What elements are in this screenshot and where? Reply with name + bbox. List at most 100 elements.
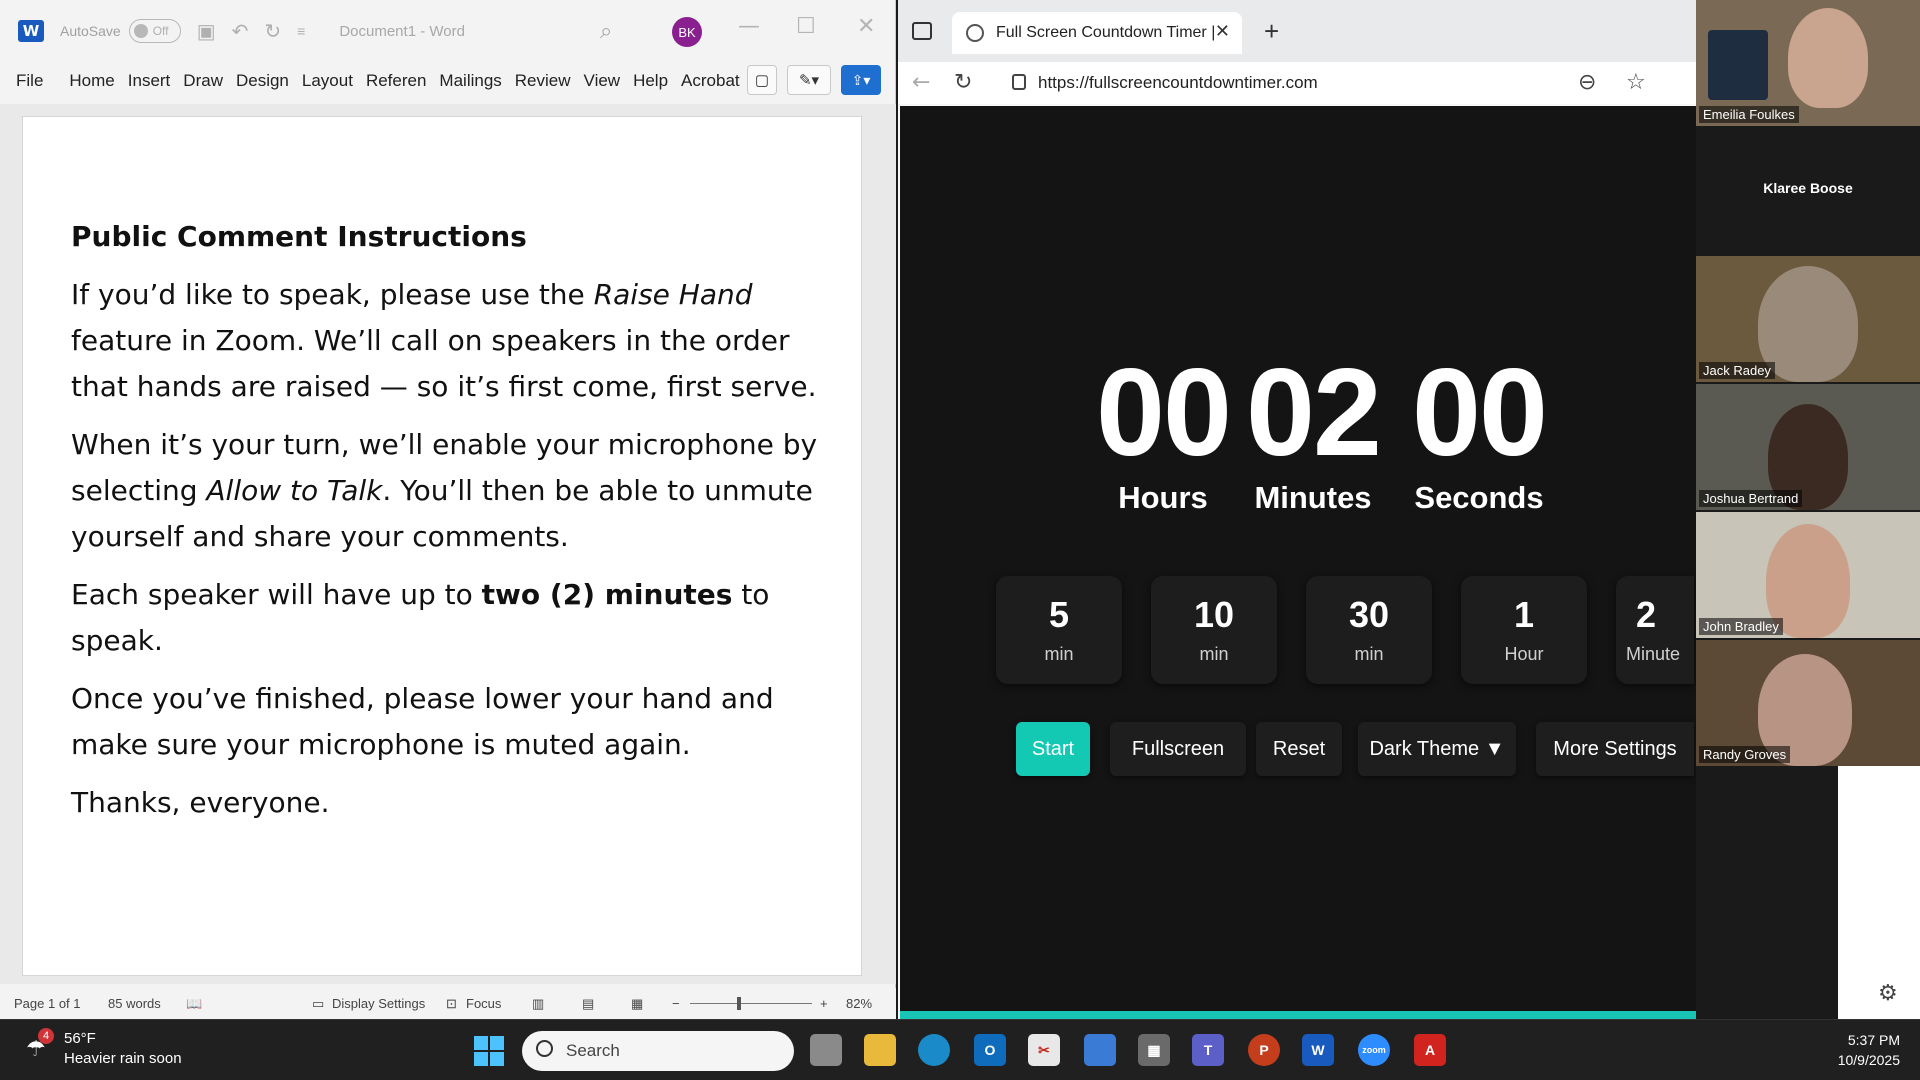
clock-time: 5:37 PM — [1847, 1032, 1900, 1048]
refresh-icon[interactable]: ↻ — [954, 70, 972, 95]
fullscreen-button[interactable]: Fullscreen — [1110, 722, 1246, 776]
minutes-label: Minutes — [1254, 480, 1372, 515]
word-logo-icon: W — [18, 20, 44, 42]
document-heading: Public Comment Instructions — [71, 220, 527, 253]
seconds-label: Seconds — [1414, 480, 1544, 515]
teams-icon[interactable]: T — [1192, 1034, 1224, 1066]
zoom-level[interactable]: 82% — [846, 996, 872, 1011]
outlook-icon[interactable]: O — [974, 1034, 1006, 1066]
calculator-icon[interactable]: ▦ — [1138, 1034, 1170, 1066]
tab-acrobat[interactable]: Acrobat — [681, 71, 740, 91]
browser-tab-active[interactable]: Full Screen Countdown Timer | Pr ✕ — [952, 12, 1242, 54]
close-tab-icon[interactable]: ✕ — [1215, 21, 1230, 42]
print-layout-icon[interactable]: ▤ — [582, 996, 594, 1012]
minimize-icon[interactable]: — — [738, 14, 760, 39]
page-count[interactable]: Page 1 of 1 — [14, 996, 81, 1011]
tab-mailings[interactable]: Mailings — [439, 71, 501, 91]
zoom-slider[interactable] — [690, 1003, 812, 1004]
zoom-in-icon[interactable]: + — [820, 996, 828, 1011]
tab-references[interactable]: Referen — [366, 71, 426, 91]
participant-tile[interactable]: Joshua Bertrand — [1696, 384, 1920, 510]
file-explorer-icon[interactable] — [864, 1034, 896, 1066]
focus-icon[interactable]: ⊡ — [446, 996, 457, 1012]
maximize-icon[interactable]: ☐ — [796, 14, 816, 39]
tab-file[interactable]: File — [16, 71, 43, 91]
zoom-out-icon[interactable]: − — [672, 996, 680, 1011]
lock-icon[interactable] — [1012, 74, 1026, 90]
preset-2-minute[interactable]: 2 Minute — [1616, 576, 1694, 684]
web-layout-icon[interactable]: ▦ — [631, 996, 643, 1012]
display-settings-icon[interactable]: ▭ — [312, 996, 324, 1012]
tab-design[interactable]: Design — [236, 71, 289, 91]
participant-name: Emeilia Foulkes — [1699, 106, 1799, 123]
copilot-icon[interactable] — [1084, 1034, 1116, 1066]
participant-tile[interactable]: Emeilia Foulkes — [1696, 0, 1920, 126]
snipping-tool-icon[interactable]: ✂ — [1028, 1034, 1060, 1066]
participant-tile[interactable]: Jack Radey — [1696, 256, 1920, 382]
tab-layout[interactable]: Layout — [302, 71, 353, 91]
more-settings-button[interactable]: More Settings — [1536, 722, 1694, 776]
search-icon[interactable]: ⌕ — [600, 18, 612, 44]
tab-view[interactable]: View — [584, 71, 621, 91]
participant-tile[interactable]: Klaree Boose — [1696, 128, 1920, 254]
redo-icon[interactable]: ↻ — [264, 19, 281, 44]
task-view-icon[interactable] — [810, 1034, 842, 1066]
undo-icon[interactable]: ↶ — [232, 19, 249, 44]
start-button[interactable]: Start — [1016, 722, 1090, 776]
close-icon[interactable]: ✕ — [857, 14, 875, 39]
save-icon[interactable]: ▣ — [197, 19, 216, 44]
customize-toolbar-icon[interactable]: ≡ — [297, 23, 305, 39]
word-icon[interactable]: W — [1302, 1034, 1334, 1066]
document-body: Public Comment Instructions If you’d lik… — [71, 220, 841, 838]
taskbar-search[interactable]: Search — [522, 1031, 794, 1071]
preset-value: 10 — [1193, 594, 1235, 635]
address-bar[interactable]: https://fullscreencountdowntimer.com — [998, 64, 1558, 102]
tab-help[interactable]: Help — [633, 71, 668, 91]
word-count[interactable]: 85 words — [108, 996, 161, 1011]
focus-label[interactable]: Focus — [466, 996, 501, 1011]
preset-10-min[interactable]: 10 min — [1151, 576, 1277, 684]
avatar[interactable]: BK — [672, 17, 702, 47]
zoom-icon[interactable]: zoom — [1358, 1034, 1390, 1066]
windows-start-icon[interactable] — [474, 1036, 504, 1066]
system-clock[interactable]: 5:37 PM 10/9/2025 — [1838, 1030, 1900, 1070]
paragraph-3: Each speaker will have up to two (2) min… — [71, 572, 841, 664]
reader-icon[interactable]: ⊖ — [1578, 70, 1596, 95]
tab-insert[interactable]: Insert — [128, 71, 171, 91]
favorite-star-icon[interactable]: ☆ — [1626, 70, 1646, 95]
autosave-toggle[interactable]: Off — [128, 19, 181, 43]
share-icon[interactable]: ⇪▾ — [841, 65, 881, 95]
powerpoint-icon[interactable]: P — [1248, 1034, 1280, 1066]
display-settings-label[interactable]: Display Settings — [332, 996, 425, 1011]
gear-icon[interactable]: ⚙ — [1878, 980, 1898, 1006]
participant-tile[interactable]: Randy Groves — [1696, 640, 1920, 766]
comments-icon[interactable]: ▢ — [747, 65, 777, 95]
reset-button[interactable]: Reset — [1256, 722, 1342, 776]
tab-home[interactable]: Home — [69, 71, 114, 91]
tab-review[interactable]: Review — [515, 71, 571, 91]
preset-1-hour[interactable]: 1 Hour — [1461, 576, 1587, 684]
paragraph-1: If you’d like to speak, please use the R… — [71, 272, 841, 410]
search-placeholder: Search — [566, 1041, 620, 1060]
read-mode-icon[interactable]: ▥ — [532, 996, 544, 1012]
proofing-book-icon[interactable]: 📖 — [186, 996, 202, 1012]
preset-unit: Hour — [1504, 644, 1544, 664]
preset-unit: Minute — [1626, 644, 1681, 664]
new-tab-icon[interactable]: + — [1264, 16, 1279, 47]
tab-actions-icon[interactable] — [912, 22, 932, 40]
editing-pen-icon[interactable]: ✎▾ — [787, 65, 831, 95]
clock-date: 10/9/2025 — [1837, 1052, 1900, 1068]
globe-icon — [966, 24, 984, 42]
theme-dropdown[interactable]: Dark Theme ▼ — [1358, 722, 1516, 776]
zoom-slider-thumb[interactable] — [737, 997, 741, 1010]
search-icon — [536, 1040, 553, 1057]
preset-unit: min — [1199, 644, 1229, 664]
participant-tile[interactable]: John Bradley — [1696, 512, 1920, 638]
acrobat-icon[interactable]: A — [1414, 1034, 1446, 1066]
tab-draw[interactable]: Draw — [183, 71, 223, 91]
edge-icon[interactable] — [918, 1034, 950, 1066]
participant-name: Randy Groves — [1699, 746, 1791, 763]
preset-30-min[interactable]: 30 min — [1306, 576, 1432, 684]
back-icon[interactable]: ← — [912, 70, 930, 95]
preset-5-min[interactable]: 5 min — [996, 576, 1122, 684]
